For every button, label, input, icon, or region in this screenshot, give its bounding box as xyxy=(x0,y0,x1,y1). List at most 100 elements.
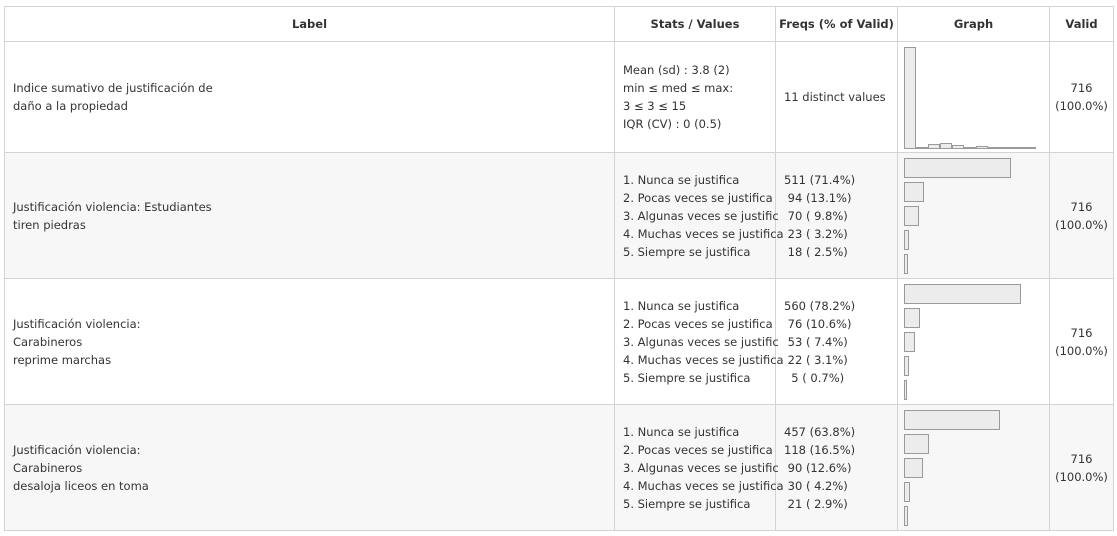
valid-cell: 716 (100.0%) xyxy=(1049,152,1114,279)
stats-cell: 1. Nunca se justifica 2. Pocas veces se … xyxy=(614,152,784,279)
freq-bar xyxy=(904,457,923,478)
valid-pct: (100.0%) xyxy=(1055,217,1108,232)
freqs-cell: 511 (71.4%) 94 (13.1%) 70 ( 9.8%) 23 ( 3… xyxy=(775,152,898,279)
graph-cell xyxy=(897,41,1050,153)
stats-cell: 1. Nunca se justifica 2. Pocas veces se … xyxy=(614,404,784,531)
value-label: 4. Muchas veces se justifica xyxy=(623,226,784,241)
value-label: 1. Nunca se justifica xyxy=(623,172,740,187)
summary-table: Label Stats / Values Freqs (% of Valid) … xyxy=(4,6,1114,531)
histogram-bar xyxy=(928,144,940,149)
label-line: Justificación violencia: Carabineros xyxy=(13,442,141,475)
header-row: Label Stats / Values Freqs (% of Valid) … xyxy=(4,6,1114,42)
graph-cell xyxy=(897,152,1050,279)
freqs-line: 11 distinct values xyxy=(784,90,886,104)
value-label: 4. Muchas veces se justifica xyxy=(623,478,784,493)
histogram xyxy=(904,45,1044,149)
freq-value: 22 ( 3.1%) xyxy=(784,352,848,367)
variable-label: Indice sumativo de justificación de daño… xyxy=(4,41,615,153)
value-label: 2. Pocas veces se justifica xyxy=(623,316,773,331)
valid-count: 716 xyxy=(1070,451,1093,466)
value-label: 3. Algunas veces se justific xyxy=(623,208,779,223)
variable-label: Justificación violencia: Carabineros rep… xyxy=(4,278,615,405)
label-line: Indice sumativo de justificación de xyxy=(13,81,213,95)
freq-value: 30 ( 4.2%) xyxy=(784,478,848,493)
freq-value: 23 ( 3.2%) xyxy=(784,226,848,241)
value-label: 2. Pocas veces se justifica xyxy=(623,190,773,205)
freq-value: 76 (10.6%) xyxy=(784,316,852,331)
value-label: 5. Siempre se justifica xyxy=(623,244,751,259)
stats-line: IQR (CV) : 0 (0.5) xyxy=(623,117,722,131)
valid-pct: (100.0%) xyxy=(1055,343,1108,358)
freq-bar xyxy=(904,355,909,376)
valid-pct: (100.0%) xyxy=(1055,469,1108,484)
freq-bar xyxy=(904,409,1000,430)
freq-value: 94 (13.1%) xyxy=(784,190,852,205)
histogram-bar xyxy=(976,146,988,149)
valid-cell: 716 (100.0%) xyxy=(1049,404,1114,531)
valid-cell: 716 (100.0%) xyxy=(1049,41,1114,153)
freq-bar xyxy=(904,481,910,502)
valid-count: 716 xyxy=(1070,81,1093,95)
freqs-cell: 11 distinct values xyxy=(775,41,898,153)
histogram-bar xyxy=(988,147,1000,149)
valid-cell: 716 (100.0%) xyxy=(1049,278,1114,405)
histogram-bar xyxy=(952,145,964,149)
histogram-bar xyxy=(1012,147,1024,149)
header-freqs: Freqs (% of Valid) xyxy=(775,6,898,42)
bar-graph xyxy=(904,157,1049,274)
histogram-bar xyxy=(1024,147,1036,149)
freq-value: 21 ( 2.9%) xyxy=(784,496,848,511)
freq-bar xyxy=(904,307,920,328)
freq-value: 90 (12.6%) xyxy=(784,460,852,475)
stats-line: min ≤ med ≤ max: xyxy=(623,81,734,95)
bar-graph xyxy=(904,409,1049,526)
header-graph: Graph xyxy=(897,6,1050,42)
value-label: 1. Nunca se justifica xyxy=(623,424,740,439)
header-label: Label xyxy=(4,6,615,42)
freq-value: 118 (16.5%) xyxy=(784,442,856,457)
variable-label: Justificación violencia: Estudiantes tir… xyxy=(4,152,615,279)
value-label: 3. Algunas veces se justific xyxy=(623,460,779,475)
header-valid: Valid xyxy=(1049,6,1114,42)
stats-cell: 1. Nunca se justifica 2. Pocas veces se … xyxy=(614,278,784,405)
table-row: Justificación violencia: Estudiantes tir… xyxy=(4,152,1114,279)
freq-value: 560 (78.2%) xyxy=(784,298,856,313)
histogram-bar xyxy=(904,47,916,149)
freq-value: 18 ( 2.5%) xyxy=(784,244,848,259)
histogram-bar xyxy=(916,147,928,149)
valid-pct: (100.0%) xyxy=(1055,99,1108,113)
label-line: reprime marchas xyxy=(13,352,112,367)
value-label: 1. Nunca se justifica xyxy=(623,298,740,313)
label-line: Justificación violencia: Carabineros xyxy=(13,316,141,349)
freq-bar xyxy=(904,181,924,202)
freq-bar xyxy=(904,379,907,400)
label-line: Justificación violencia: Estudiantes xyxy=(13,199,212,214)
freq-bar xyxy=(904,253,908,274)
value-label: 3. Algunas veces se justific xyxy=(623,334,779,349)
label-line: tiren piedras xyxy=(13,217,86,232)
label-line: daño a la propiedad xyxy=(13,99,128,113)
freq-value: 5 ( 0.7%) xyxy=(784,370,845,385)
header-stats: Stats / Values xyxy=(614,6,776,42)
freqs-cell: 560 (78.2%) 76 (10.6%) 53 ( 7.4%) 22 ( 3… xyxy=(775,278,898,405)
value-label: 5. Siempre se justifica xyxy=(623,496,751,511)
table-row: Justificación violencia: Carabineros des… xyxy=(4,404,1114,531)
stats-line: 3 ≤ 3 ≤ 15 xyxy=(623,99,687,113)
freq-value: 53 ( 7.4%) xyxy=(784,334,848,349)
freq-value: 70 ( 9.8%) xyxy=(784,208,848,223)
histogram-bar xyxy=(964,147,976,149)
freq-bar xyxy=(904,229,909,250)
histogram-bar xyxy=(940,143,952,149)
value-label: 4. Muchas veces se justifica xyxy=(623,352,784,367)
freq-bar xyxy=(904,433,929,454)
valid-count: 716 xyxy=(1070,325,1093,340)
freq-bar xyxy=(904,331,915,352)
bar-graph xyxy=(904,283,1049,400)
value-label: 2. Pocas veces se justifica xyxy=(623,442,773,457)
stats-line: Mean (sd) : 3.8 (2) xyxy=(623,63,730,77)
value-label: 5. Siempre se justifica xyxy=(623,370,751,385)
histogram-bar xyxy=(1000,147,1012,149)
table-row: Indice sumativo de justificación de daño… xyxy=(4,41,1114,153)
freqs-cell: 457 (63.8%) 118 (16.5%) 90 (12.6%) 30 ( … xyxy=(775,404,898,531)
freq-value: 511 (71.4%) xyxy=(784,172,856,187)
